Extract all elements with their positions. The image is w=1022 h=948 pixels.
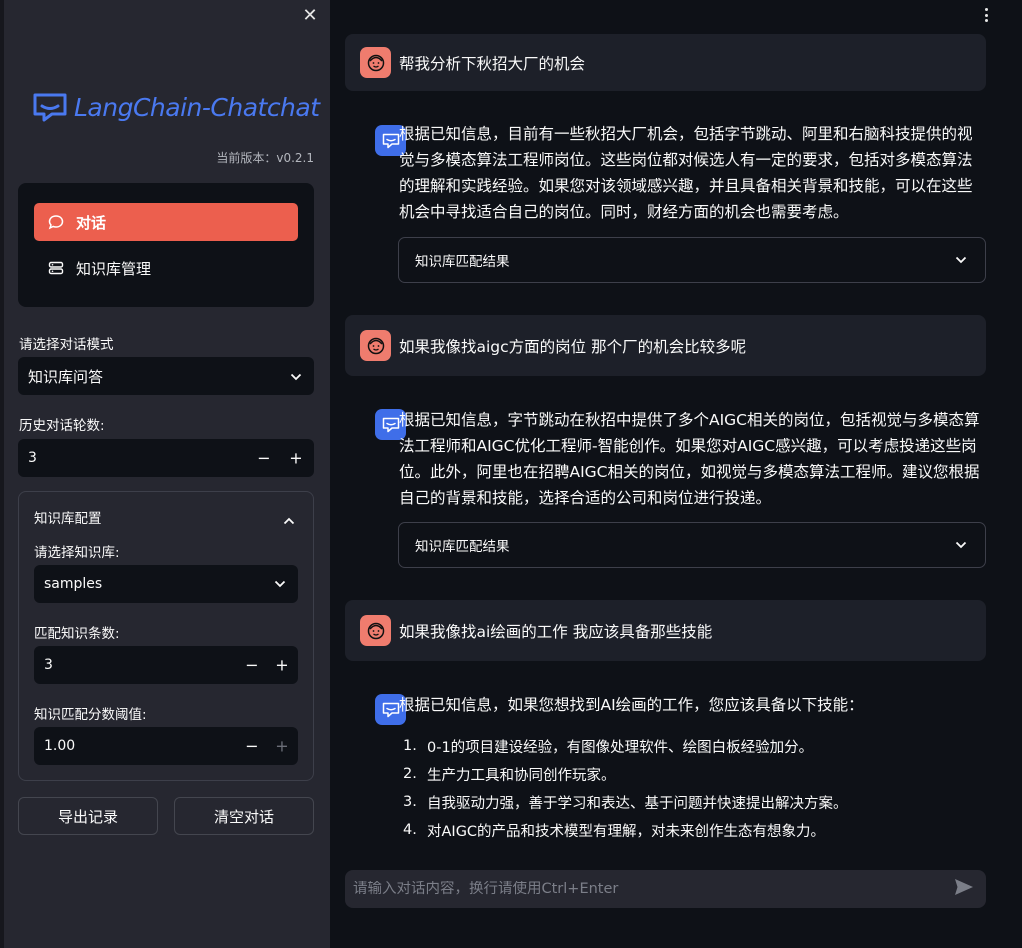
user-avatar-icon (360, 330, 391, 361)
nav-item-label: 知识库管理 (76, 259, 152, 278)
kb-panel-title: 知识库配置 (34, 511, 102, 527)
list-item: 1. 0-1的项目建设经验，有图像处理软件、绘图白板经验加分。 (403, 738, 814, 756)
user-message: 如果我像找aigc方面的岗位 那个厂的机会比较多呢 (345, 315, 986, 376)
user-message-text: 帮我分析下秋招大厂的机会 (399, 54, 586, 73)
plus-icon[interactable]: + (272, 656, 292, 675)
topk-value: 3 (44, 657, 53, 673)
minus-icon[interactable]: − (254, 449, 274, 468)
user-message: 帮我分析下秋招大厂的机会 (345, 34, 986, 91)
minus-icon[interactable]: − (242, 737, 262, 756)
threshold-value: 1.00 (44, 738, 76, 754)
close-sidebar-icon[interactable]: ✕ (300, 6, 320, 26)
skills-list: 1. 0-1的项目建设经验，有图像处理软件、绘图白板经验加分。 2. 生产力工具和协… (399, 732, 984, 844)
topk-stepper[interactable]: 3 − + (34, 646, 298, 684)
mode-label: 请选择对话模式 (19, 337, 114, 353)
kb-select[interactable]: samples (34, 565, 298, 603)
history-stepper[interactable]: 3 − + (18, 439, 314, 477)
database-icon (48, 260, 64, 276)
expander-label: 知识库匹配结果 (415, 539, 510, 555)
assistant-message: 根据已知信息，字节跳动在秋招中提供了多个AIGC相关的岗位，包括视觉与多模态算 … (345, 407, 986, 577)
kb-select-value: samples (44, 576, 103, 592)
mode-select[interactable]: 知识库问答 (18, 357, 314, 395)
assistant-message: 根据已知信息，目前有一些秋招大厂机会，包括字节跳动、阿里和右脑科技提供的视 觉与… (345, 121, 986, 291)
sidebar: ✕ LangChain-Chatchat 当前版本：v0.2.1 对话 知识库管… (0, 0, 330, 948)
chevron-down-icon (955, 252, 967, 268)
mode-select-value: 知识库问答 (28, 367, 104, 386)
chat-main: 帮我分析下秋招大厂的机会 根据已知信息，目前有一些秋招大厂机会，包括字节跳动、阿… (330, 0, 1022, 948)
chevron-down-icon (274, 576, 286, 592)
kb-select-label: 请选择知识库: (34, 545, 120, 561)
kb-results-expander[interactable]: 知识库匹配结果 (398, 237, 986, 283)
topk-label: 匹配知识条数: (34, 626, 120, 642)
app-logo: LangChain-Chatchat (32, 92, 320, 122)
user-message-text: 如果我像找aigc方面的岗位 那个厂的机会比较多呢 (399, 337, 747, 356)
version-label: 当前版本：v0.2.1 (216, 151, 314, 165)
nav-menu: 对话 知识库管理 (18, 183, 314, 307)
list-item: 4. 对AIGC的产品和技术模型有理解，对未来创作生态有想象力。 (403, 822, 826, 840)
chevron-down-icon (955, 537, 967, 553)
minus-icon[interactable]: − (242, 656, 262, 675)
more-menu-icon[interactable] (980, 6, 992, 24)
chat-logo-icon (33, 93, 67, 122)
chat-input-bar (345, 870, 986, 908)
list-item: 3. 自我驱动力强，善于学习和表达、基于问题并快速提出解决方案。 (403, 794, 848, 812)
nav-item-chat[interactable]: 对话 (34, 203, 298, 241)
assistant-message-text: 根据已知信息，字节跳动在秋招中提供了多个AIGC相关的岗位，包括视觉与多模态算 … (399, 411, 980, 507)
clear-chat-button[interactable]: 清空对话 (174, 797, 314, 835)
chevron-up-icon[interactable] (283, 510, 295, 529)
kb-results-expander[interactable]: 知识库匹配结果 (398, 522, 986, 568)
user-avatar-icon (360, 615, 391, 646)
logo-text: LangChain-Chatchat (74, 92, 320, 122)
user-avatar-icon (360, 47, 391, 78)
chat-bubble-icon (48, 214, 64, 230)
expander-label: 知识库匹配结果 (415, 254, 510, 270)
kb-config-panel: 知识库配置 请选择知识库: samples 匹配知识条数: 3 − + 知识匹配… (18, 491, 314, 781)
chat-input[interactable] (353, 881, 933, 897)
list-item: 2. 生产力工具和协同创作玩家。 (403, 766, 616, 784)
nav-item-knowledge-base[interactable]: 知识库管理 (34, 249, 298, 287)
send-icon[interactable] (954, 878, 974, 900)
user-message-text: 如果我像找ai绘画的工作 我应该具备那些技能 (399, 622, 713, 641)
export-button[interactable]: 导出记录 (18, 797, 158, 835)
history-label: 历史对话轮数: (19, 418, 105, 434)
threshold-stepper[interactable]: 1.00 − + (34, 727, 298, 765)
user-message: 如果我像找ai绘画的工作 我应该具备那些技能 (345, 600, 986, 661)
assistant-message: 根据已知信息，如果您想找到AI绘画的工作，您应该具备以下技能： 1. 0-1的项目… (345, 692, 986, 850)
plus-icon[interactable]: + (286, 449, 306, 468)
chevron-down-icon (290, 367, 302, 385)
plus-icon[interactable]: + (272, 737, 292, 756)
history-value: 3 (28, 450, 37, 466)
threshold-label: 知识匹配分数阈值: (34, 707, 147, 723)
assistant-message-intro: 根据已知信息，如果您想找到AI绘画的工作，您应该具备以下技能： (399, 696, 864, 714)
nav-item-label: 对话 (76, 213, 107, 232)
assistant-message-text: 根据已知信息，目前有一些秋招大厂机会，包括字节跳动、阿里和右脑科技提供的视 觉与… (399, 125, 973, 221)
